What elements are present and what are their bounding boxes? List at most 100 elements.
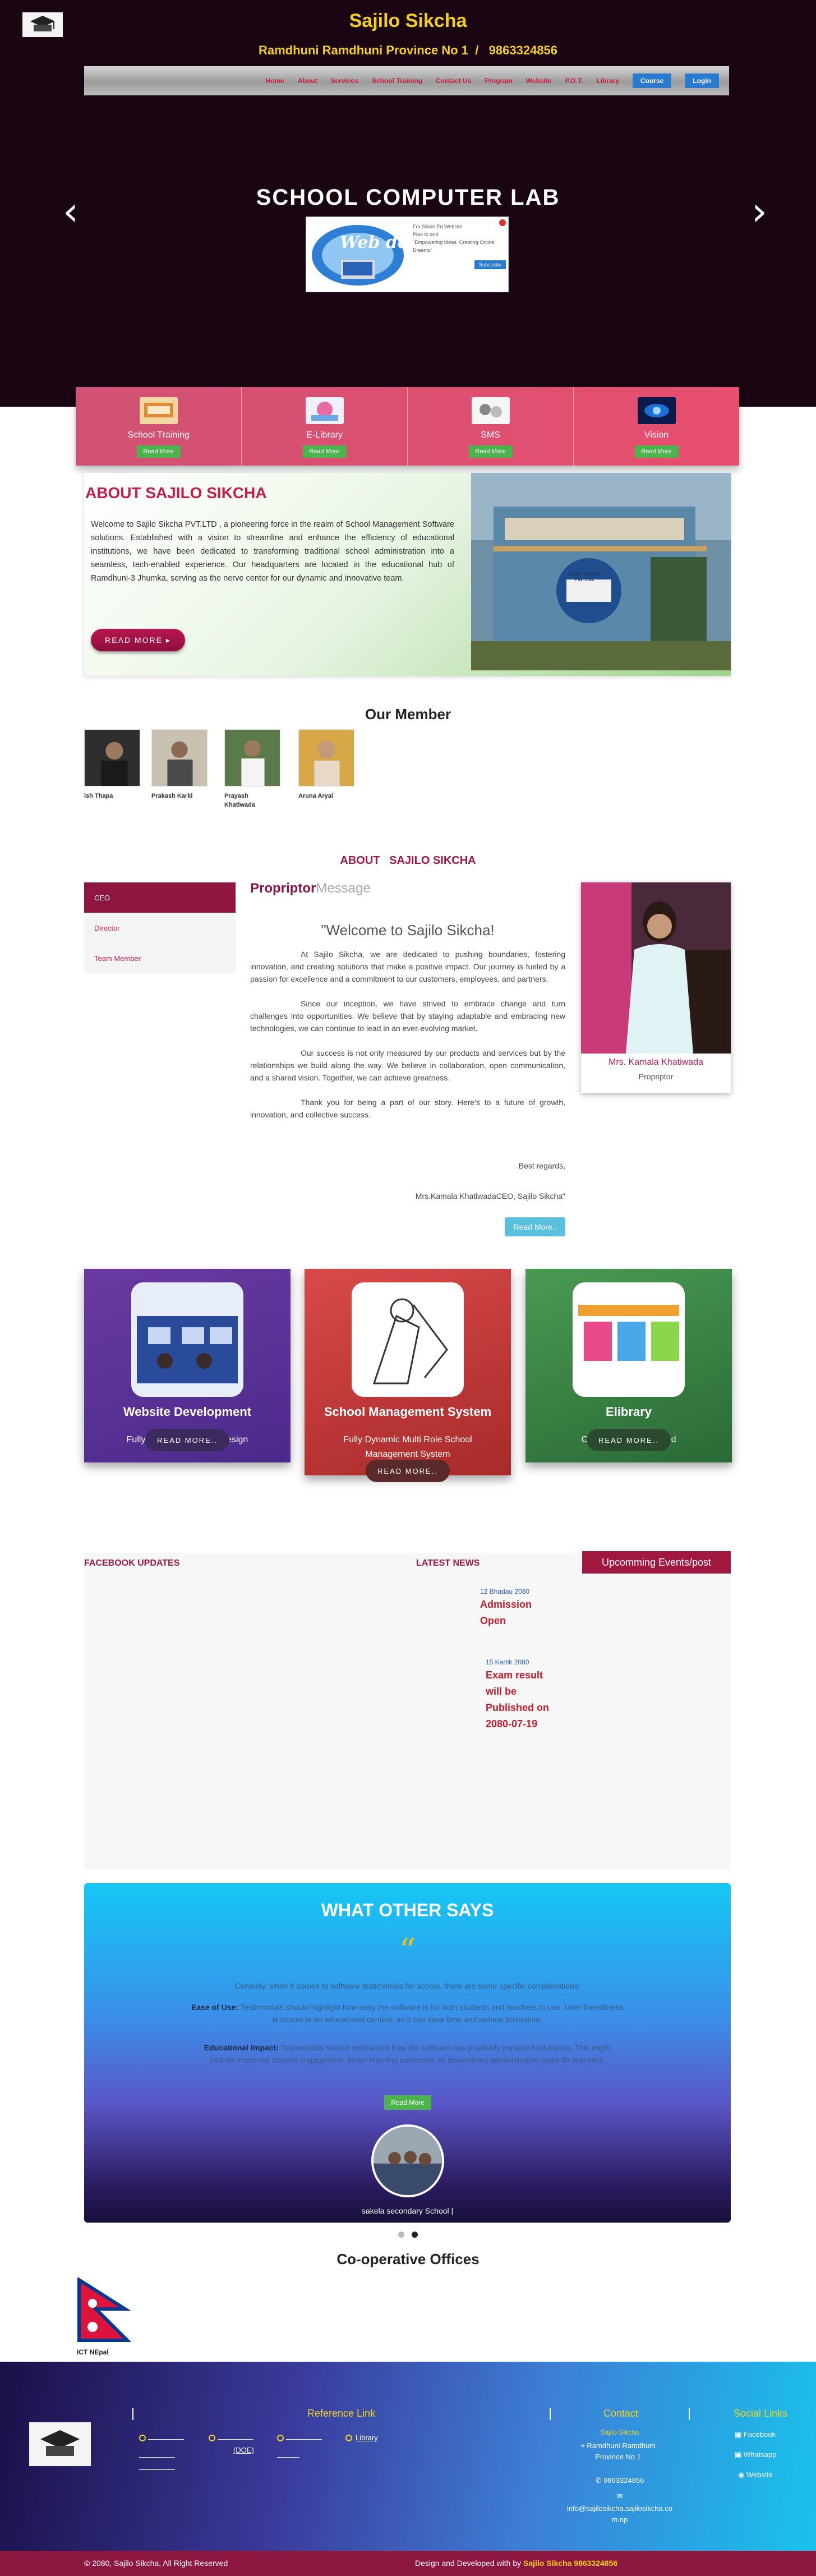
footer-link[interactable]	[139, 2457, 175, 2458]
website-link[interactable]: ◉ Website	[738, 2471, 773, 2480]
footer	[0, 2362, 816, 2576]
member-photo	[151, 729, 208, 786]
nav-contact[interactable]: Contact Us	[436, 77, 471, 85]
service-read-more-button[interactable]: READ MORE..	[587, 1429, 671, 1451]
developed-by: Design and Developed with by Sajilo Sikc…	[415, 2559, 617, 2568]
point-text: Testimonials should highlight how easy t…	[238, 2003, 624, 2024]
hero-section: Sajilo Sikcha Ramdhuni Ramdhuni Province…	[0, 0, 816, 407]
nav-school-training[interactable]: School Training	[372, 77, 422, 85]
office-sign: Sajilo Sikcha Pvt. Ltd.	[569, 571, 600, 582]
carousel-dot[interactable]	[398, 2232, 404, 2238]
web-design-graphic	[312, 225, 404, 286]
side-item-team-member[interactable]: Team Member	[84, 943, 236, 973]
service-card-website: Website Development Fully Dynamic Websit…	[84, 1269, 291, 1462]
nav-home[interactable]: Home	[266, 77, 284, 85]
strip-read-more-button[interactable]: Read More	[634, 445, 679, 458]
message-paragraph: Thank you for being a part of our story.…	[250, 1098, 565, 1119]
copyright-text: © 2080, Sajilo Sikcha, All Right Reserve…	[84, 2559, 228, 2568]
services-strip: School Training Read More E-Library Read…	[76, 387, 739, 466]
member-name: Aruna Aryal	[298, 793, 333, 799]
member-card: Aruna Aryal	[298, 729, 354, 801]
nav-pot[interactable]: P.O.T.	[565, 77, 583, 85]
latest-news-heading: LATEST NEWS	[416, 1558, 480, 1568]
strip-read-more-button[interactable]: Read More	[302, 445, 347, 458]
contact-name: Sajilo Sikcha	[600, 2428, 639, 2436]
proprietor-card: Mrs. Kamala Khatiwada Propriptor	[581, 882, 731, 1093]
proprietor-name: Mrs. Kamala Khatiwada	[608, 1057, 703, 1067]
strip-read-more-button[interactable]: Read More	[136, 445, 181, 458]
sketch-image	[352, 1282, 464, 1397]
whatsapp-icon: ▣	[735, 2450, 744, 2459]
testimonial-point: Educational Impact: Testimonials should …	[191, 2041, 624, 2066]
carousel-dot-active[interactable]	[412, 2232, 418, 2238]
news-date: 15 Kartik 2080	[486, 1658, 529, 1666]
contact-heading: Contact	[603, 2408, 639, 2419]
member-name: Prakash Karki	[151, 793, 193, 799]
slide-banner: Web design For Sillulo Ed Website Plan t…	[306, 217, 509, 292]
about-read-more-button[interactable]: READ MORE ▸	[91, 629, 185, 651]
slide-card-line: For Sillulo Ed Website	[413, 224, 463, 229]
social-links-heading: Social Links	[734, 2408, 788, 2419]
close-icon[interactable]	[499, 219, 506, 226]
divider	[550, 2408, 551, 2420]
service-read-more-button[interactable]: READ MORE..	[145, 1429, 229, 1451]
developer-link[interactable]: Sajilo Sikcha 9863324856	[523, 2559, 617, 2568]
vision-image	[637, 397, 676, 424]
slide-card-line: Plan to and	[413, 232, 439, 237]
whatsapp-label: Whatsapp	[743, 2450, 777, 2459]
footer-link[interactable]	[148, 2439, 184, 2440]
proprietor-read-more-button[interactable]: Read More..	[505, 1217, 565, 1236]
contact-phone: ✆ 9863324856	[550, 2475, 690, 2486]
testimonial-read-more-button[interactable]: Read More	[384, 2095, 431, 2110]
service-card-elibrary: Elibrary Our School PlayGround READ MORE…	[525, 1269, 732, 1462]
strip-label: Vision	[644, 430, 669, 440]
doe-link[interactable]: (DOE)	[233, 2446, 254, 2454]
footer-link[interactable]	[218, 2439, 253, 2440]
course-button[interactable]: Course	[633, 73, 672, 88]
footer-link[interactable]	[277, 2457, 299, 2458]
contact-address-text: Ramdhuni Ramdhuni Province No 1	[587, 2441, 656, 2461]
nepal-flag-logo[interactable]	[77, 2278, 135, 2344]
login-button[interactable]: Login	[685, 73, 719, 88]
service-read-more-button[interactable]: READ MORE..	[366, 1460, 450, 1482]
footer-link[interactable]	[139, 2469, 175, 2470]
site-subtitle: Ramdhuni Ramdhuni Province No 1 / 986332…	[258, 43, 558, 57]
contact-email[interactable]: info@sajilosikcha.sajilosikcha.com.np	[564, 2503, 676, 2526]
upcoming-events-heading[interactable]: Upcomming Events/post	[582, 1551, 731, 1574]
side-item-ceo[interactable]: CEO	[84, 882, 236, 913]
coop-label: ICT NEpal	[77, 2348, 109, 2356]
member-name: Prayash Khatiwada	[224, 793, 256, 808]
library-link[interactable]: Library	[356, 2434, 378, 2442]
proprietor-regards: Best regards,	[518, 1161, 565, 1170]
whatsapp-link[interactable]: ▣ Whatsapp	[735, 2450, 776, 2459]
testimonial-title: WHAT OTHER SAYS	[321, 1900, 494, 1920]
slide-title: SCHOOL COMPUTER LAB	[256, 185, 560, 210]
envelope-icon: ✉	[616, 2492, 623, 2500]
footer-logo[interactable]	[29, 2422, 91, 2466]
news-title-link[interactable]: Admission Open	[480, 1597, 542, 1629]
news-title-link[interactable]: Exam result will be Published on 2080-07…	[486, 1667, 559, 1732]
strip-read-more-button[interactable]: Read More	[468, 445, 513, 458]
proprietor-title: PropriptorMessage	[250, 881, 371, 896]
nav-about[interactable]: About	[298, 77, 317, 85]
facebook-link[interactable]: ▣ Facebook	[735, 2430, 776, 2439]
proprietor-heading: ABOUT SAJILO SIKCHA	[340, 854, 476, 867]
nav-website[interactable]: Website	[526, 77, 552, 85]
main-navbar: Home About Services School Training Cont…	[84, 66, 729, 95]
message-paragraph: Since our inception, we have strived to …	[250, 999, 565, 1033]
testimonial-intro: Certainly, when it comes to software tes…	[234, 1981, 580, 1990]
read-more-label: READ MORE	[105, 636, 163, 645]
footer-link[interactable]	[286, 2439, 322, 2440]
playground-image	[573, 1282, 685, 1397]
message-paragraph: At Sajilo Sikcha, we are dedicated to pu…	[250, 950, 565, 983]
link-bullet-icon	[277, 2435, 284, 2441]
service-card-title: Website Development	[123, 1405, 252, 1419]
nav-program[interactable]: Program	[485, 77, 512, 85]
side-item-director[interactable]: Director	[84, 913, 236, 943]
service-card-sms: School Management System Fully Dynamic M…	[305, 1269, 511, 1482]
nav-library[interactable]: Library	[596, 77, 619, 85]
testimonial-section: WHAT OTHER SAYS “ Certainly, when it com…	[84, 1883, 731, 2223]
nav-services[interactable]: Services	[331, 77, 358, 85]
slide-subscribe-button[interactable]: Subscribe	[474, 260, 506, 269]
map-marker-icon: ⌖	[580, 2441, 587, 2450]
